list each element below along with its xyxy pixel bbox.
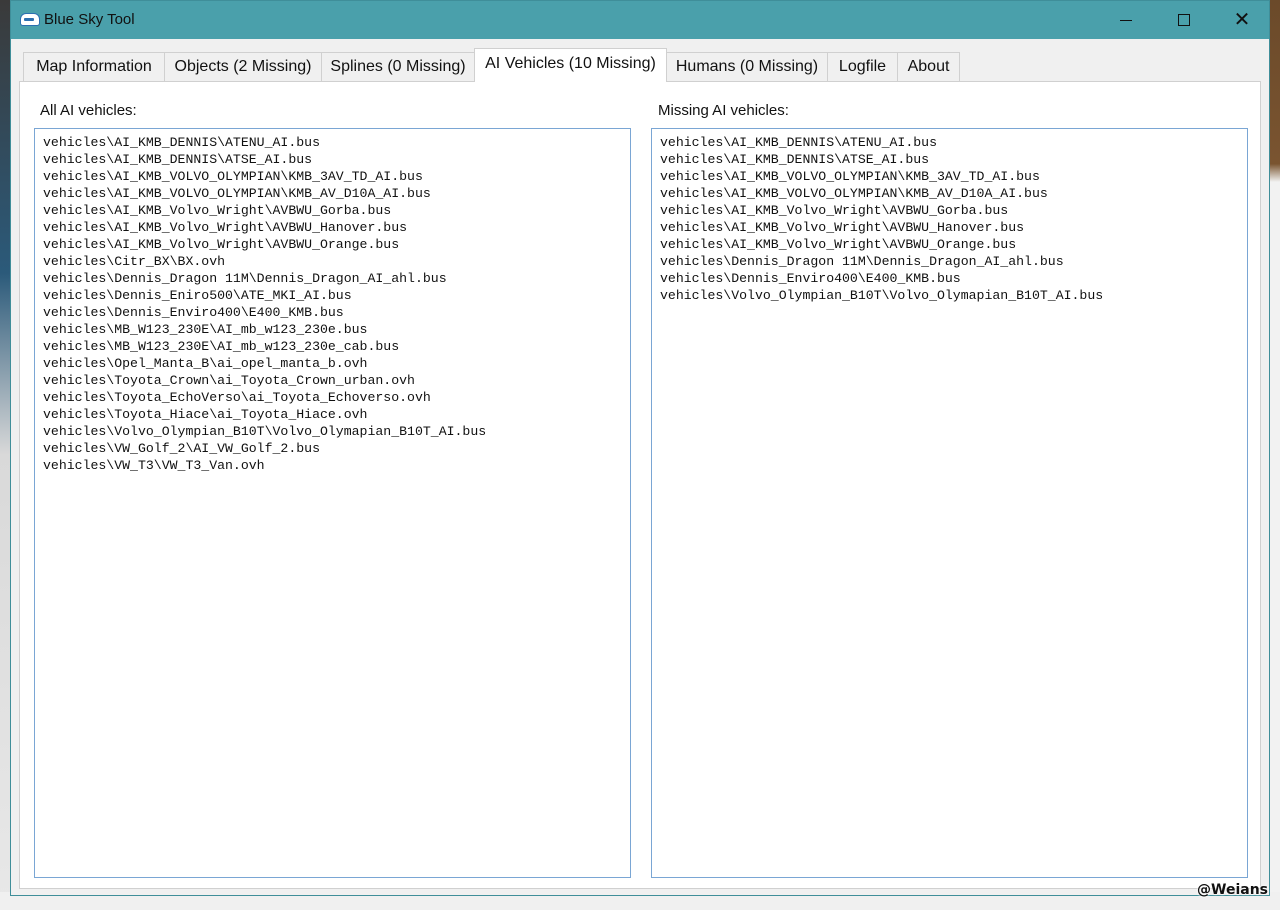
missing-vehicles-listbox[interactable]: vehicles\AI_KMB_DENNIS\ATENU_AI.bus vehi…: [651, 128, 1248, 878]
cloud-app-icon: [20, 13, 40, 26]
maximize-icon: [1178, 14, 1190, 26]
all-vehicles-listbox[interactable]: vehicles\AI_KMB_DENNIS\ATENU_AI.bus vehi…: [34, 128, 631, 878]
tab-objects[interactable]: Objects (2 Missing): [164, 52, 322, 81]
close-icon: ✕: [1233, 9, 1251, 31]
list-item[interactable]: vehicles\Opel_Manta_B\ai_opel_manta_b.ov…: [43, 355, 630, 372]
list-item[interactable]: vehicles\Toyota_EchoVerso\ai_Toyota_Echo…: [43, 389, 630, 406]
list-item[interactable]: vehicles\Dennis_Dragon 11M\Dennis_Dragon…: [660, 253, 1247, 270]
maximize-button[interactable]: [1155, 1, 1213, 39]
list-item[interactable]: vehicles\AI_KMB_VOLVO_OLYMPIAN\KMB_AV_D1…: [43, 185, 630, 202]
list-item[interactable]: vehicles\AI_KMB_Volvo_Wright\AVBWU_Gorba…: [43, 202, 630, 219]
list-item[interactable]: vehicles\AI_KMB_VOLVO_OLYMPIAN\KMB_3AV_T…: [43, 168, 630, 185]
list-item[interactable]: vehicles\AI_KMB_DENNIS\ATENU_AI.bus: [43, 134, 630, 151]
list-item[interactable]: vehicles\AI_KMB_DENNIS\ATSE_AI.bus: [660, 151, 1247, 168]
ai-vehicles-panel: All AI vehicles: vehicles\AI_KMB_DENNIS\…: [19, 81, 1261, 889]
watermark: @Weians: [1197, 882, 1268, 898]
all-vehicles-label: All AI vehicles:: [40, 102, 137, 119]
list-item[interactable]: vehicles\Toyota_Crown\ai_Toyota_Crown_ur…: [43, 372, 630, 389]
list-item[interactable]: vehicles\AI_KMB_DENNIS\ATSE_AI.bus: [43, 151, 630, 168]
list-item[interactable]: vehicles\AI_KMB_Volvo_Wright\AVBWU_Hanov…: [43, 219, 630, 236]
tab-map-information[interactable]: Map Information: [23, 52, 165, 81]
list-item[interactable]: vehicles\AI_KMB_Volvo_Wright\AVBWU_Hanov…: [660, 219, 1247, 236]
list-item[interactable]: vehicles\AI_KMB_DENNIS\ATENU_AI.bus: [660, 134, 1247, 151]
list-item[interactable]: vehicles\VW_Golf_2\AI_VW_Golf_2.bus: [43, 440, 630, 457]
app-window: Blue Sky Tool ✕ Map Information Objects …: [10, 0, 1270, 896]
tab-splines[interactable]: Splines (0 Missing): [321, 52, 475, 81]
list-item[interactable]: vehicles\AI_KMB_VOLVO_OLYMPIAN\KMB_3AV_T…: [660, 168, 1247, 185]
list-item[interactable]: vehicles\VW_T3\VW_T3_Van.ovh: [43, 457, 630, 474]
list-item[interactable]: vehicles\Citr_BX\BX.ovh: [43, 253, 630, 270]
list-item[interactable]: vehicles\Toyota_Hiace\ai_Toyota_Hiace.ov…: [43, 406, 630, 423]
list-item[interactable]: vehicles\MB_W123_230E\AI_mb_w123_230e.bu…: [43, 321, 630, 338]
title-bar[interactable]: Blue Sky Tool ✕: [11, 1, 1269, 39]
minimize-icon: [1120, 19, 1132, 21]
tab-ai-vehicles[interactable]: AI Vehicles (10 Missing): [474, 48, 667, 82]
list-item[interactable]: vehicles\MB_W123_230E\AI_mb_w123_230e_ca…: [43, 338, 630, 355]
list-item[interactable]: vehicles\Dennis_Enviro400\E400_KMB.bus: [660, 270, 1247, 287]
list-item[interactable]: vehicles\Volvo_Olympian_B10T\Volvo_Olyma…: [660, 287, 1247, 304]
list-item[interactable]: vehicles\AI_KMB_Volvo_Wright\AVBWU_Orang…: [660, 236, 1247, 253]
close-button[interactable]: ✕: [1213, 1, 1271, 39]
list-item[interactable]: vehicles\AI_KMB_VOLVO_OLYMPIAN\KMB_AV_D1…: [660, 185, 1247, 202]
list-item[interactable]: vehicles\AI_KMB_Volvo_Wright\AVBWU_Orang…: [43, 236, 630, 253]
list-item[interactable]: vehicles\Volvo_Olympian_B10T\Volvo_Olyma…: [43, 423, 630, 440]
list-item[interactable]: vehicles\Dennis_Eniro500\ATE_MKI_AI.bus: [43, 287, 630, 304]
list-item[interactable]: vehicles\AI_KMB_Volvo_Wright\AVBWU_Gorba…: [660, 202, 1247, 219]
tab-humans[interactable]: Humans (0 Missing): [666, 52, 828, 81]
tab-about[interactable]: About: [897, 52, 960, 81]
list-item[interactable]: vehicles\Dennis_Dragon 11M\Dennis_Dragon…: [43, 270, 630, 287]
minimize-button[interactable]: [1097, 1, 1155, 39]
window-title: Blue Sky Tool: [44, 11, 135, 28]
tab-logfile[interactable]: Logfile: [827, 52, 898, 81]
missing-vehicles-label: Missing AI vehicles:: [658, 102, 789, 119]
list-item[interactable]: vehicles\Dennis_Enviro400\E400_KMB.bus: [43, 304, 630, 321]
